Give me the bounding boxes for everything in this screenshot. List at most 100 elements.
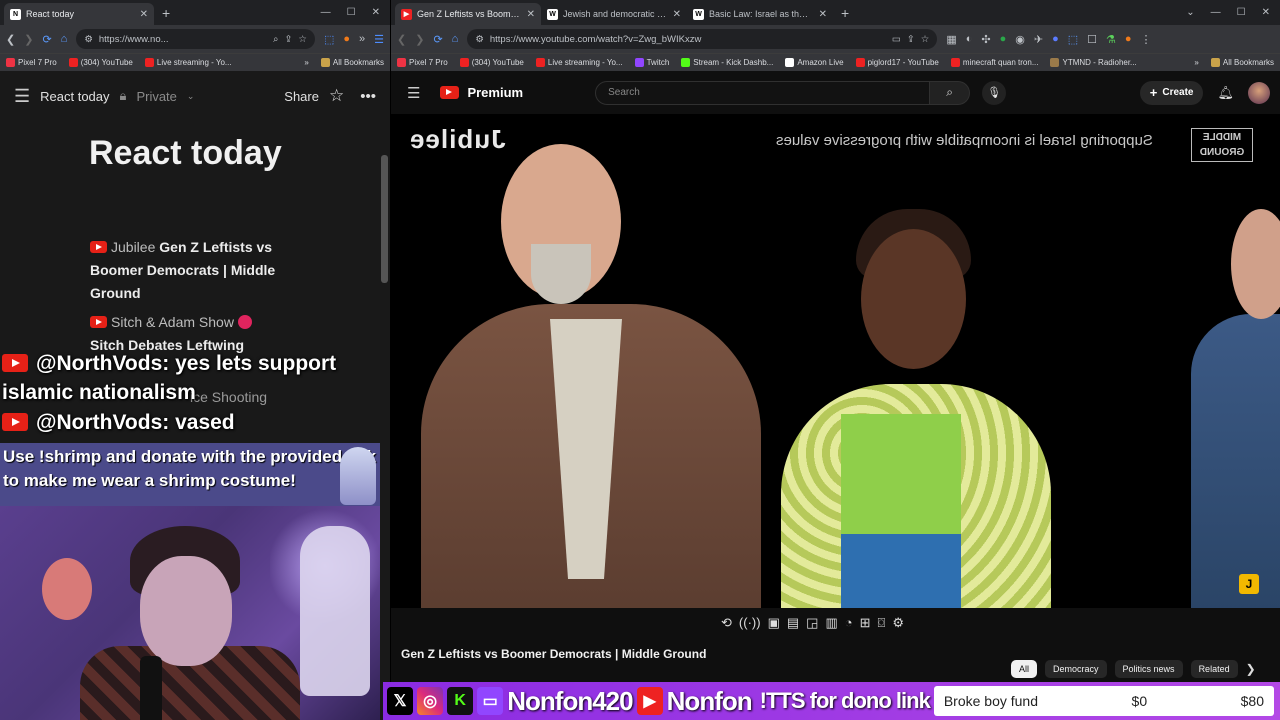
cast-icon[interactable]: ▭ [892, 34, 901, 45]
more-icon[interactable]: » [359, 33, 365, 45]
bookmark-amazon[interactable]: Amazon Live [785, 58, 844, 67]
video-player[interactable]: Jubilee Supporting Israel is incompatibl… [391, 114, 1280, 608]
close-icon[interactable]: ✕ [673, 9, 681, 20]
create-button[interactable]: + Create [1139, 80, 1204, 105]
back-icon[interactable]: ❮ [397, 33, 406, 46]
minimize-icon[interactable]: — [321, 7, 331, 18]
star-icon[interactable]: ☆ [329, 86, 344, 106]
bookmark-minecraft[interactable]: minecraft quan tron... [950, 58, 1038, 67]
bookmark-icon[interactable]: ☆ [921, 34, 930, 45]
extension-icon[interactable]: ● [1052, 33, 1059, 45]
home-icon[interactable]: ⌂ [61, 33, 68, 45]
extension-icon[interactable]: ◐ [966, 33, 973, 45]
tab-search-icon[interactable]: ⌄ [1186, 7, 1194, 18]
share-page-icon[interactable]: ⇪ [907, 34, 915, 45]
minimize-icon[interactable]: — [1211, 7, 1221, 18]
extension-icon[interactable]: ✣ [981, 33, 990, 46]
bookmark-piglord[interactable]: piglord17 - YouTube [855, 58, 939, 67]
chip-related[interactable]: Related [1190, 660, 1238, 678]
bookmark-icon[interactable]: ☆ [298, 34, 307, 45]
tab-jewish-democratic-state[interactable]: W Jewish and democratic state - W ✕ [541, 3, 687, 25]
new-tab-icon[interactable]: + [841, 5, 849, 21]
scrollbar[interactable] [381, 155, 388, 283]
extension-icon[interactable]: ▦ [946, 33, 956, 46]
hamburger-icon[interactable]: ☰ [14, 86, 30, 107]
add-icon[interactable]: ⊞ [860, 615, 871, 631]
share-page-icon[interactable]: ⇪ [284, 34, 292, 45]
extension-icon[interactable]: ◉ [1015, 33, 1025, 46]
close-icon[interactable]: ✕ [140, 9, 148, 20]
extension-icon[interactable]: ✈ [1034, 33, 1043, 46]
back-icon[interactable]: ❮ [6, 33, 15, 46]
bookmark-live[interactable]: Live streaming - Yo... [144, 58, 232, 67]
bookmark-pixel[interactable]: Pixel 7 Pro [6, 58, 57, 67]
bookmark-youtube[interactable]: (304) YouTube [68, 58, 133, 67]
screenshot-icon[interactable]: ⌼ [878, 615, 886, 631]
voice-search-button[interactable]: 🎙︎ [982, 80, 1007, 105]
loop-icon[interactable]: ⟲ [721, 615, 732, 631]
close-icon[interactable]: ✕ [819, 9, 827, 20]
bookmark-pixel[interactable]: Pixel 7 Pro [397, 58, 448, 67]
chevron-right-icon[interactable]: ❯ [1246, 660, 1256, 678]
reload-icon[interactable]: ⟳ [42, 33, 51, 46]
more-bookmarks-icon[interactable]: » [304, 58, 308, 67]
forward-icon[interactable]: ❯ [415, 33, 424, 46]
menu-icon[interactable]: ⋮ [1141, 33, 1152, 46]
speed-icon[interactable]: ◔ [845, 615, 853, 631]
bookmark-twitch[interactable]: Twitch [634, 58, 669, 67]
new-tab-icon[interactable]: + [162, 5, 170, 21]
film-icon[interactable]: ▤ [787, 615, 799, 631]
lab-icon[interactable]: ⚗ [1106, 33, 1116, 46]
fullscreen-icon[interactable]: ▥ [825, 615, 837, 631]
close-window-icon[interactable]: ✕ [372, 7, 380, 18]
right-address-bar[interactable]: ⚙ https://www.youtube.com/watch?v=Zwg_bW… [467, 29, 938, 49]
chip-democracy[interactable]: Democracy [1045, 660, 1107, 678]
more-options-icon[interactable]: ••• [360, 88, 376, 105]
all-bookmarks[interactable]: All Bookmarks [1210, 58, 1274, 67]
pip-icon[interactable]: ◲ [806, 615, 818, 631]
extension-icon[interactable]: ● [1000, 33, 1007, 45]
chip-politics-news[interactable]: Politics news [1114, 660, 1183, 678]
audio-icon[interactable]: ((·)) [739, 615, 761, 631]
tab-basic-law[interactable]: W Basic Law: Israel as the Nation ✕ [687, 3, 833, 25]
chip-all[interactable]: All [1011, 660, 1038, 678]
privacy-label[interactable]: Private [136, 89, 176, 104]
list-item[interactable]: Jubilee Gen Z Leftists vs Boomer Democra… [90, 236, 310, 305]
list-item[interactable]: Sitch & Adam Show Sitch Debates Leftwing [90, 311, 310, 357]
notion-page-name[interactable]: React today [40, 89, 109, 104]
tab-youtube-video[interactable]: ▶ Gen Z Leftists vs Boomer D ✕ [395, 3, 541, 25]
avatar[interactable] [1248, 81, 1270, 104]
hamburger-icon[interactable]: ☰ [407, 84, 420, 102]
bookmark-live[interactable]: Live streaming - Yo... [535, 58, 623, 67]
close-icon[interactable]: ✕ [527, 9, 535, 20]
all-bookmarks[interactable]: All Bookmarks [320, 58, 384, 67]
extension-icon[interactable]: ⬚ [1068, 33, 1078, 46]
bookmark-ytmnd[interactable]: YTMND - Radioher... [1050, 58, 1137, 67]
search-button[interactable]: ⌕ [930, 80, 971, 105]
maximize-icon[interactable]: ☐ [347, 7, 356, 18]
home-icon[interactable]: ⌂ [452, 33, 459, 45]
forward-icon[interactable]: ❯ [24, 33, 33, 46]
extension-icon[interactable]: ☐ [1087, 33, 1097, 46]
menu-icon[interactable]: ☰ [374, 33, 384, 46]
profile-icon[interactable]: ● [343, 33, 350, 45]
site-info-icon[interactable]: ⚙ [84, 34, 93, 45]
bookmark-youtube[interactable]: (304) YouTube [459, 58, 524, 67]
left-tab-react-today[interactable]: N React today ✕ [4, 3, 154, 25]
more-bookmarks-icon[interactable]: » [1194, 58, 1198, 67]
bookmark-kick[interactable]: Stream - Kick Dashb... [681, 58, 773, 67]
left-address-bar[interactable]: ⚙ https://www.no... ⌕ ⇪ ☆ [76, 29, 315, 49]
cinema-icon[interactable]: ▣ [768, 615, 780, 631]
site-info-icon[interactable]: ⚙ [475, 34, 484, 45]
zoom-icon[interactable]: ⌕ [273, 34, 278, 45]
maximize-icon[interactable]: ☐ [1237, 7, 1246, 18]
extension-icon[interactable]: ⬚ [324, 33, 334, 46]
share-button[interactable]: Share [284, 89, 319, 104]
youtube-logo[interactable]: Premium [440, 85, 523, 100]
profile-icon[interactable]: ● [1125, 33, 1132, 45]
notifications-icon[interactable]: 🔔︎ [1217, 85, 1234, 101]
settings-icon[interactable]: ⚙ [892, 615, 904, 631]
chevron-down-icon[interactable]: ⌄ [187, 91, 195, 102]
close-window-icon[interactable]: ✕ [1262, 7, 1270, 18]
reload-icon[interactable]: ⟳ [433, 33, 442, 46]
